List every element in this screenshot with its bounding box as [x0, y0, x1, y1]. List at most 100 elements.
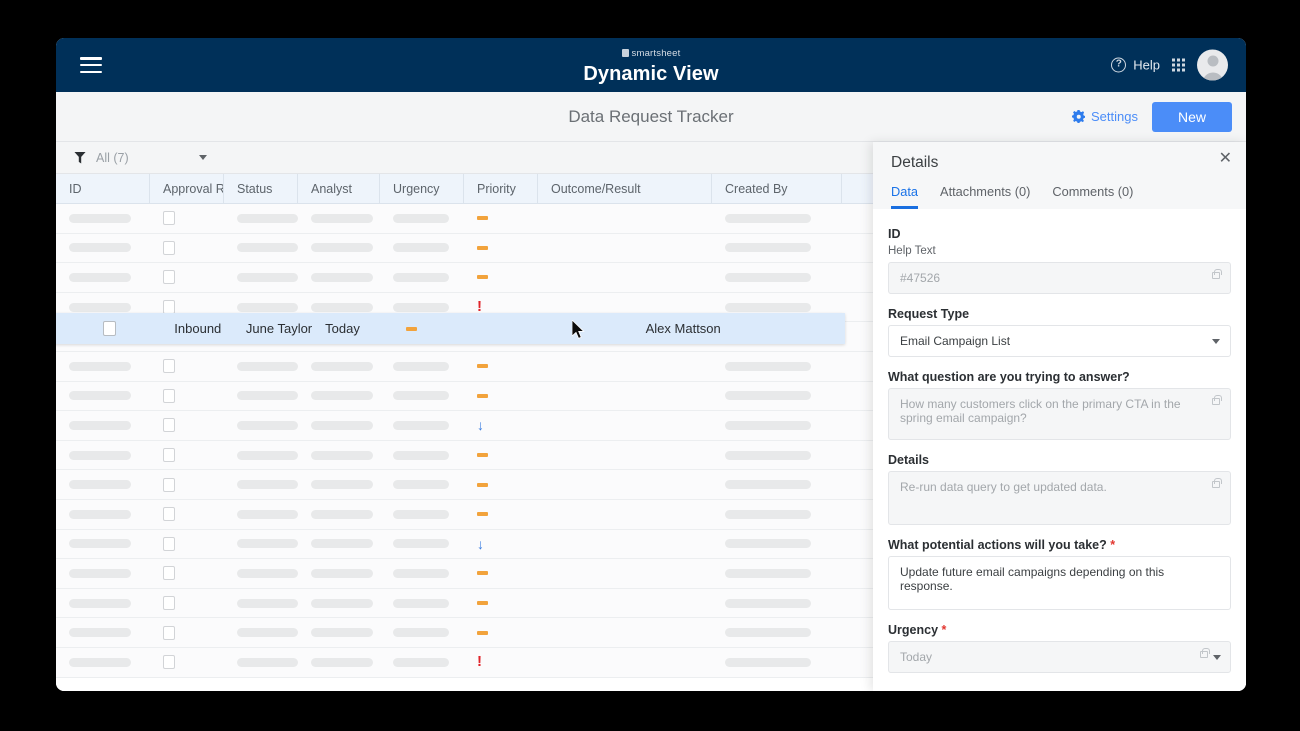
placeholder-bar	[237, 658, 298, 667]
cell-created-by[interactable]: Alex Mattson	[633, 313, 758, 344]
placeholder-cell	[380, 589, 464, 618]
empty-cell	[538, 618, 712, 647]
column-header-id[interactable]: ID	[56, 174, 150, 204]
help-button[interactable]: ? Help	[1111, 58, 1160, 73]
id-input[interactable]: #47526	[888, 262, 1231, 294]
cell-outcome-result[interactable]	[465, 313, 633, 344]
priority-medium-icon	[477, 246, 488, 250]
row-checkbox[interactable]	[150, 589, 224, 618]
placeholder-bar	[69, 599, 131, 608]
placeholder-bar	[725, 243, 811, 252]
checkbox-icon[interactable]	[163, 626, 175, 640]
placeholder-cell	[224, 470, 298, 499]
row-checkbox[interactable]	[150, 352, 224, 381]
funnel-icon[interactable]	[74, 152, 86, 164]
tab-attachments[interactable]: Attachments (0)	[940, 184, 1030, 209]
checkbox-icon[interactable]	[163, 596, 175, 610]
checkbox-icon[interactable]	[163, 537, 175, 551]
checkbox-icon[interactable]	[163, 270, 175, 284]
checkbox-icon[interactable]	[163, 418, 175, 432]
column-header-created-by[interactable]: Created By	[712, 174, 842, 204]
column-header-approval-r[interactable]: Approval R...	[150, 174, 224, 204]
column-header-urgency[interactable]: Urgency	[380, 174, 464, 204]
placeholder-cell	[298, 559, 380, 588]
placeholder-bar	[311, 303, 373, 312]
row-checkbox[interactable]	[150, 648, 224, 677]
row-checkbox[interactable]	[150, 618, 224, 647]
placeholder-cell	[56, 382, 150, 411]
checkbox-icon[interactable]	[163, 389, 175, 403]
checkbox-icon[interactable]	[163, 211, 175, 225]
cell-approval-required[interactable]	[90, 313, 162, 344]
column-header-status[interactable]: Status	[224, 174, 298, 204]
question-textarea[interactable]: How many customers click on the primary …	[888, 388, 1231, 440]
user-avatar-icon[interactable]	[1197, 50, 1228, 81]
details-textarea[interactable]: Re-run data query to get updated data.	[888, 471, 1231, 525]
placeholder-cell	[224, 204, 298, 233]
placeholder-bar	[311, 480, 373, 489]
tab-data[interactable]: Data	[891, 184, 918, 209]
placeholder-bar	[311, 362, 373, 371]
top-nav-actions: ? Help	[1111, 50, 1228, 81]
new-button[interactable]: New	[1152, 102, 1232, 132]
row-checkbox[interactable]	[150, 411, 224, 440]
row-checkbox[interactable]	[150, 559, 224, 588]
row-checkbox[interactable]	[150, 500, 224, 529]
app-window: smartsheet Dynamic View ? Help Data Requ…	[56, 38, 1246, 691]
smartsheet-mark-icon	[622, 49, 629, 57]
checkbox-icon[interactable]	[163, 566, 175, 580]
column-header-outcome-result[interactable]: Outcome/Result	[538, 174, 712, 204]
placeholder-cell	[380, 441, 464, 470]
actions-textarea[interactable]: Update future email campaigns depending …	[888, 556, 1231, 610]
row-checkbox[interactable]	[150, 263, 224, 292]
priority-cell	[464, 559, 538, 588]
chevron-down-icon	[1213, 655, 1221, 660]
app-grid-icon[interactable]	[1172, 59, 1185, 72]
checkbox-icon[interactable]	[163, 507, 175, 521]
settings-button[interactable]: Settings	[1072, 109, 1138, 124]
priority-cell	[464, 234, 538, 263]
cell-urgency[interactable]: Today	[312, 313, 393, 344]
request-type-select[interactable]: Email Campaign List	[888, 325, 1231, 357]
row-checkbox[interactable]	[150, 441, 224, 470]
row-checkbox[interactable]	[150, 204, 224, 233]
lock-icon	[1212, 272, 1220, 279]
row-checkbox[interactable]	[150, 234, 224, 263]
checkbox-icon[interactable]	[103, 321, 116, 336]
priority-cell: !	[464, 648, 538, 677]
chevron-down-icon[interactable]	[199, 155, 207, 160]
row-checkbox[interactable]	[150, 470, 224, 499]
urgency-select[interactable]: Today	[888, 641, 1231, 673]
column-header-priority[interactable]: Priority	[464, 174, 538, 204]
placeholder-bar	[725, 451, 811, 460]
field-request-type-label: Request Type	[888, 307, 1231, 321]
filter-label[interactable]: All (7)	[96, 151, 129, 165]
checkbox-icon[interactable]	[163, 359, 175, 373]
details-title: Details	[891, 154, 1228, 172]
cell-analyst[interactable]: June Taylor	[233, 313, 312, 344]
close-icon[interactable]: ✕	[1219, 152, 1232, 166]
cell-blank[interactable]	[758, 313, 845, 344]
details-panel: Details ✕ Data Attachments (0) Comments …	[873, 142, 1246, 691]
placeholder-cell	[298, 234, 380, 263]
table-row-selected[interactable]: #47526InboundJune TaylorTodayAlex Mattso…	[0, 313, 845, 344]
row-checkbox[interactable]	[150, 382, 224, 411]
hamburger-icon[interactable]	[80, 57, 102, 73]
checkbox-icon[interactable]	[163, 478, 175, 492]
placeholder-bar	[69, 243, 131, 252]
tab-comments[interactable]: Comments (0)	[1052, 184, 1133, 209]
placeholder-cell	[224, 500, 298, 529]
row-checkbox[interactable]	[150, 530, 224, 559]
checkbox-icon[interactable]	[163, 655, 175, 669]
cell-status[interactable]: Inbound	[161, 313, 233, 344]
checkbox-icon[interactable]	[163, 448, 175, 462]
placeholder-bar	[69, 391, 131, 400]
priority-medium-icon	[477, 275, 488, 279]
placeholder-bar	[237, 451, 298, 460]
column-header-analyst[interactable]: Analyst	[298, 174, 380, 204]
checkbox-icon[interactable]	[163, 241, 175, 255]
checkbox-icon[interactable]	[163, 300, 175, 314]
placeholder-cell	[380, 500, 464, 529]
cell-priority[interactable]	[393, 313, 465, 344]
priority-high-icon: !	[477, 656, 482, 668]
